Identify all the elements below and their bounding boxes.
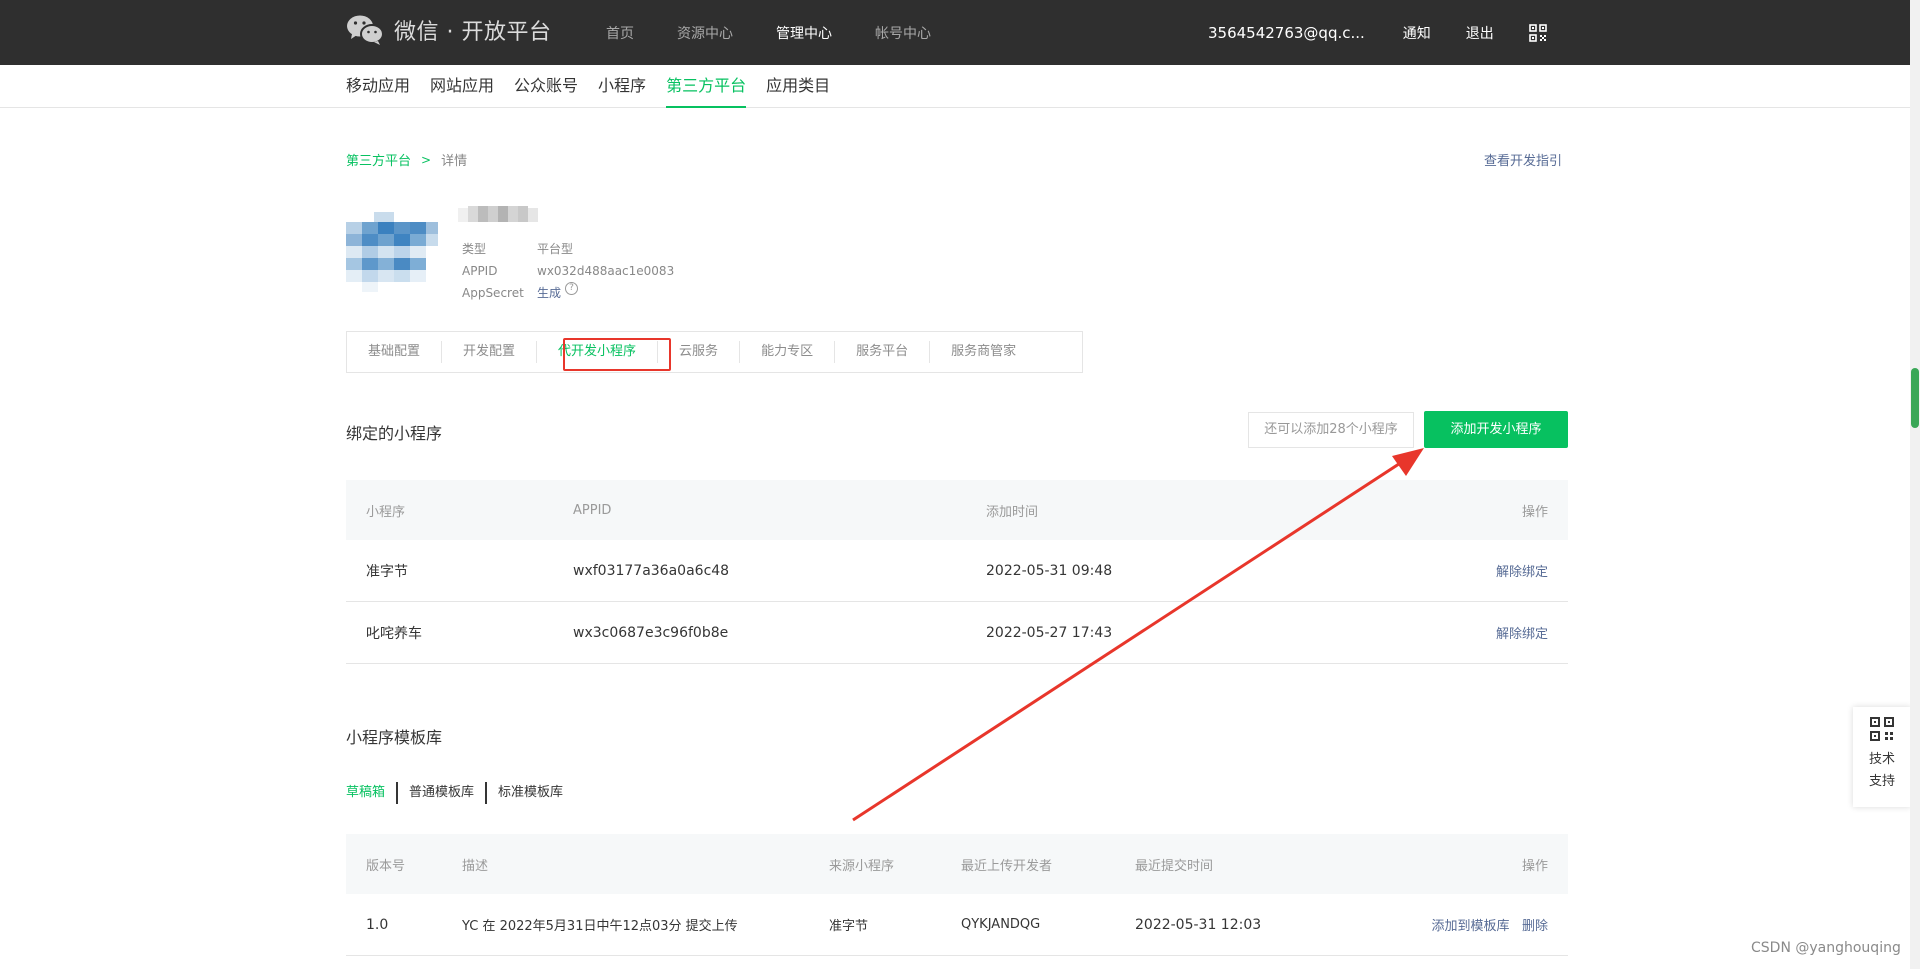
subnav-mini-program[interactable]: 小程序 (598, 65, 646, 108)
bound-table: 小程序 APPID 添加时间 操作 准字节 wxf03177a36a0a6c48… (346, 480, 1568, 664)
table-row: 叱咤养车 wx3c0687e3c96f0b8e 2022-05-27 17:43… (346, 602, 1568, 664)
subnav-third-party[interactable]: 第三方平台 (666, 65, 747, 108)
logout-link[interactable]: 退出 (1466, 23, 1494, 43)
row-version: 1.0 (366, 916, 389, 933)
appid-value: wx032d488aac1e0083 (537, 264, 675, 278)
template-table: 版本号 描述 来源小程序 最近上传开发者 最近提交时间 操作 1.0 YC 在 … (346, 834, 1568, 956)
add-to-template-link[interactable]: 添加到模板库 (1432, 919, 1510, 934)
breadcrumb: 第三方平台 > 详情 (346, 150, 468, 170)
row-time: 2022-05-31 09:48 (986, 562, 1113, 579)
tech-support-widget[interactable]: 技术 支持 (1853, 707, 1911, 807)
col-actions: 操作 (1521, 858, 1548, 874)
top-nav: 首页 资源中心 管理中心 帐号中心 (606, 0, 974, 65)
category-nav: 移动应用 网站应用 公众账号 小程序 第三方平台 应用类目 (0, 65, 1910, 108)
col-version: 版本号 (366, 858, 406, 874)
col-appid: APPID (573, 502, 612, 518)
support-label-1: 技术 (1868, 752, 1895, 767)
subnav-official-account[interactable]: 公众账号 (514, 65, 578, 108)
quota-indicator: 还可以添加28个小程序 (1248, 412, 1414, 448)
dev-guide-link[interactable]: 查看开发指引 (1484, 150, 1562, 169)
generate-secret-link[interactable]: 生成 (537, 282, 561, 304)
tab-cloud-service[interactable]: 云服务 (658, 341, 741, 363)
app-name-blurred (456, 204, 540, 226)
col-description: 描述 (462, 858, 489, 874)
tab-service-platform[interactable]: 服务平台 (835, 341, 931, 363)
subnav-website-app[interactable]: 网站应用 (430, 65, 494, 108)
nav-home[interactable]: 首页 (606, 23, 634, 43)
tab-dev-config[interactable]: 开发配置 (442, 341, 538, 363)
row-name: 叱咤养车 (366, 625, 422, 642)
page-scrollbar[interactable] (1910, 0, 1920, 969)
support-label-2: 支持 (1868, 774, 1895, 789)
col-submit-time: 最近提交时间 (1135, 858, 1214, 874)
help-icon[interactable]: ? (565, 282, 579, 295)
nav-resources[interactable]: 资源中心 (677, 23, 733, 43)
col-source: 来源小程序 (829, 858, 895, 874)
type-label: 类型 (462, 242, 487, 256)
subnav-app-category[interactable]: 应用类目 (766, 65, 830, 108)
row-source: 准字节 (829, 919, 869, 934)
tab-capabilities[interactable]: 能力专区 (740, 341, 836, 363)
row-name: 准字节 (366, 563, 408, 580)
row-appid: wx3c0687e3c96f0b8e (573, 624, 729, 641)
top-header: 微信 · 开放平台 首页 资源中心 管理中心 帐号中心 3564542763@q… (0, 0, 1910, 65)
bound-section-title: 绑定的小程序 (346, 424, 443, 443)
col-added-time: 添加时间 (986, 504, 1039, 520)
chevron-right-icon: > (421, 152, 432, 167)
tab-proxy-dev-mini-program[interactable]: 代开发小程序 (537, 341, 659, 363)
table-header: 版本号 描述 来源小程序 最近上传开发者 最近提交时间 操作 (346, 834, 1568, 894)
appid-label: APPID (462, 264, 498, 278)
type-value: 平台型 (537, 242, 574, 256)
qrcode-icon (1870, 717, 1894, 741)
row-developer: QYKJANDQG (961, 917, 1041, 932)
col-actions: 操作 (1521, 504, 1548, 520)
table-header: 小程序 APPID 添加时间 操作 (346, 480, 1568, 540)
delete-link[interactable]: 删除 (1522, 919, 1548, 934)
nav-management[interactable]: 管理中心 (776, 23, 832, 43)
col-mini-program: 小程序 (366, 504, 406, 520)
subnav-mobile-app[interactable]: 移动应用 (346, 65, 410, 108)
nav-account-center[interactable]: 帐号中心 (875, 23, 931, 43)
col-developer: 最近上传开发者 (961, 858, 1053, 874)
notify-link[interactable]: 通知 (1403, 23, 1431, 43)
logo[interactable]: 微信 · 开放平台 (346, 14, 551, 46)
row-appid: wxf03177a36a0a6c48 (573, 562, 730, 579)
top-right-actions: 3564542763@qq.c... 通知 退出 (1208, 0, 1547, 65)
tab-drafts[interactable]: 草稿箱 (346, 782, 396, 804)
unbind-link[interactable]: 解除绑定 (1476, 623, 1568, 642)
breadcrumb-parent[interactable]: 第三方平台 (346, 150, 411, 169)
tab-service-manager[interactable]: 服务商管家 (930, 341, 1037, 363)
app-avatar (346, 208, 442, 294)
tab-standard-templates[interactable]: 标准模板库 (485, 782, 574, 804)
account-email[interactable]: 3564542763@qq.c... (1208, 24, 1365, 42)
table-row: 准字节 wxf03177a36a0a6c48 2022-05-31 09:48 … (346, 540, 1568, 602)
row-description: YC 在 2022年5月31日中午12点03分 提交上传 (462, 919, 738, 934)
row-time: 2022-05-27 17:43 (986, 624, 1113, 641)
tab-normal-templates[interactable]: 普通模板库 (396, 782, 485, 804)
app-info: 类型 平台型 APPID wx032d488aac1e0083 AppSecre… (462, 238, 674, 304)
wechat-logo-icon (347, 15, 384, 45)
qrcode-icon[interactable] (1528, 23, 1547, 42)
detail-tabs: 基础配置 开发配置 代开发小程序 云服务 能力专区 服务平台 服务商管家 (346, 331, 1083, 373)
row-time: 2022-05-31 12:03 (1135, 916, 1262, 933)
table-row: 1.0 YC 在 2022年5月31日中午12点03分 提交上传 准字节 QYK… (346, 894, 1568, 956)
tab-basic-config[interactable]: 基础配置 (347, 341, 443, 363)
appsecret-label: AppSecret (462, 286, 524, 300)
template-tabs: 草稿箱 普通模板库 标准模板库 (346, 782, 574, 804)
template-section-title: 小程序模板库 (346, 728, 443, 747)
logo-text: 微信 · 开放平台 (394, 20, 552, 45)
breadcrumb-current: 详情 (441, 154, 468, 169)
scrollbar-thumb[interactable] (1911, 368, 1919, 428)
add-dev-mini-program-button[interactable]: 添加开发小程序 (1424, 411, 1568, 448)
watermark: CSDN @yanghouqing (1751, 940, 1901, 956)
unbind-link[interactable]: 解除绑定 (1476, 561, 1568, 580)
